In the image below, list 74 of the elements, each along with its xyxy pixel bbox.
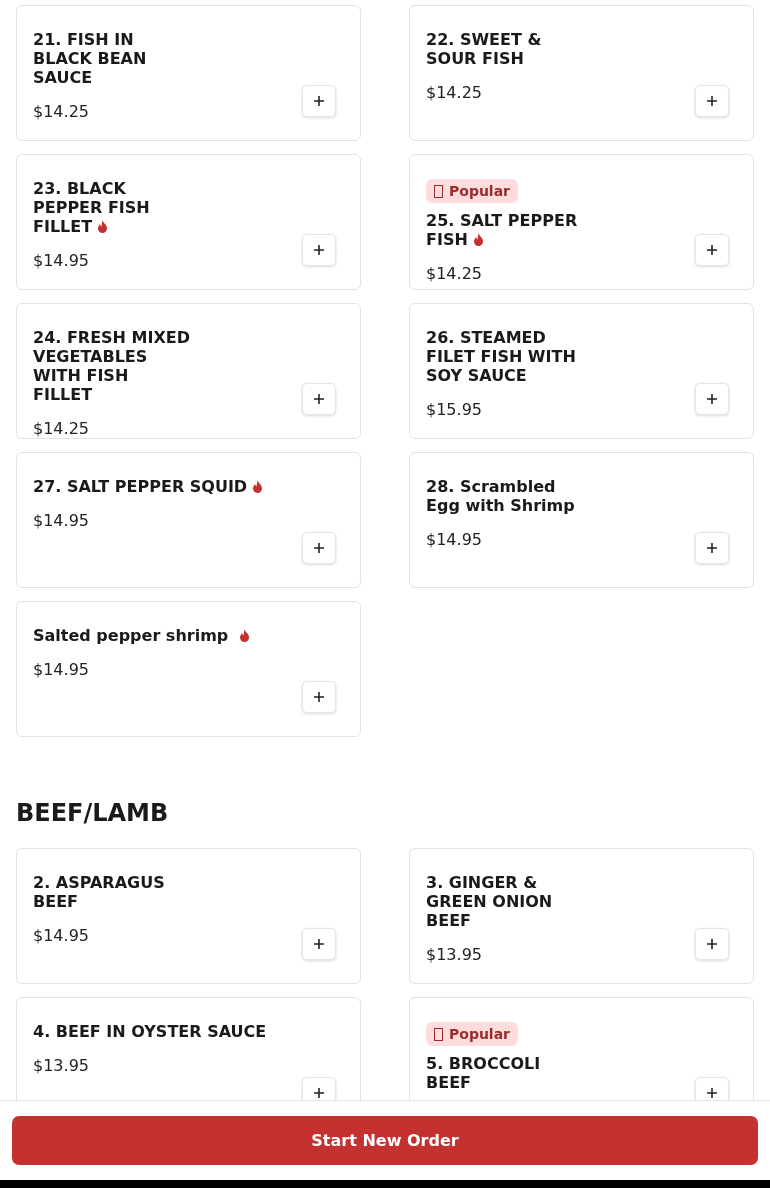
section-heading: BEEF/LAMB (16, 798, 170, 829)
item-price: $14.95 (33, 926, 89, 945)
add-button[interactable] (695, 532, 729, 564)
item-price: $14.25 (33, 419, 89, 438)
menu-item-card[interactable]: Popular 5. BROCCOLI BEEF (409, 997, 754, 1100)
add-button[interactable] (302, 928, 336, 960)
plus-icon (707, 939, 717, 949)
item-price: $15.95 (426, 400, 482, 419)
item-name: Salted pepper shrimp (33, 626, 250, 645)
item-name: 25. SALT PEPPER FISH (426, 211, 578, 249)
menu-item-card[interactable]: 27. SALT PEPPER SQUID $14.95 (16, 452, 361, 588)
item-name: 5. BROCCOLI BEEF (426, 1054, 541, 1092)
plus-icon (707, 543, 717, 553)
item-price: $14.25 (33, 102, 89, 121)
plus-icon (314, 543, 324, 553)
item-name: 22. SWEET & SOUR FISH (426, 30, 542, 68)
add-button[interactable] (302, 681, 336, 713)
add-button[interactable] (302, 1077, 336, 1100)
add-button[interactable] (302, 532, 336, 564)
plus-icon (314, 1088, 324, 1098)
item-name: 3. GINGER & GREEN ONION BEEF (426, 873, 553, 930)
menu-item-card[interactable]: 22. SWEET & SOUR FISH $14.25 (409, 5, 754, 141)
menu-item-card[interactable]: Popular 25. SALT PEPPER FISH $14.25 (409, 154, 754, 290)
start-new-order-button[interactable]: Start New Order (12, 1116, 758, 1165)
menu-item-card[interactable]: 21. FISH IN BLACK BEAN SAUCE $14.25 (16, 5, 361, 141)
item-price: $14.25 (426, 264, 482, 283)
item-price: $13.95 (426, 945, 482, 964)
add-button[interactable] (302, 383, 336, 415)
item-name: 28. Scrambled Egg with Shrimp (426, 477, 575, 515)
flame-icon (238, 629, 250, 642)
menu-item-card[interactable]: Salted pepper shrimp $14.95 (16, 601, 361, 737)
plus-icon (707, 1088, 717, 1098)
item-name: 2. ASPARAGUS BEEF (33, 873, 165, 911)
plus-icon (314, 692, 324, 702)
item-price: $14.95 (33, 251, 89, 270)
add-button[interactable] (695, 928, 729, 960)
item-name: 4. BEEF IN OYSTER SAUCE (33, 1022, 267, 1041)
item-name: 24. FRESH MIXED VEGETABLES WITH FISH FILLET (33, 328, 190, 404)
menu-item-card[interactable]: 3. GINGER & GREEN ONION BEEF $13.95 (409, 848, 754, 984)
flame-icon (252, 480, 264, 493)
menu-item-card[interactable]: 24. FRESH MIXED VEGETABLES WITH FISH FILLET $14.25 (16, 303, 361, 439)
item-price: $13.95 (33, 1056, 89, 1075)
add-button[interactable] (695, 234, 729, 266)
badge-label: Popular (449, 183, 511, 199)
add-button[interactable] (695, 1077, 729, 1100)
plus-icon (707, 394, 717, 404)
item-price: $14.25 (426, 83, 482, 102)
plus-icon (707, 245, 717, 255)
add-button[interactable] (695, 383, 729, 415)
plus-icon (314, 96, 324, 106)
menu-item-card[interactable]: 4. BEEF IN OYSTER SAUCE $13.95 (16, 997, 361, 1100)
plus-icon (314, 245, 324, 255)
menu-item-card[interactable]: 2. ASPARAGUS BEEF $14.95 (16, 848, 361, 984)
missing-glyph-icon (434, 184, 443, 198)
item-name: 26. STEAMED FILET FISH WITH SOY SAUCE (426, 328, 576, 385)
add-button[interactable] (695, 85, 729, 117)
item-name: 23. BLACK PEPPER FISH FILLET (33, 179, 150, 236)
item-price: $14.95 (33, 511, 89, 530)
plus-icon (314, 394, 324, 404)
item-price: $14.95 (33, 660, 89, 679)
plus-icon (314, 939, 324, 949)
menu-item-card[interactable]: 26. STEAMED FILET FISH WITH SOY SAUCE $15.95 (409, 303, 754, 439)
item-name: 21. FISH IN BLACK BEAN SAUCE (33, 30, 147, 87)
item-price: $14.95 (426, 530, 482, 549)
add-button[interactable] (302, 85, 336, 117)
missing-glyph-icon (434, 1027, 443, 1041)
flame-icon (472, 233, 484, 246)
flame-icon (97, 220, 109, 233)
menu-item-card[interactable]: 23. BLACK PEPPER FISH FILLET $14.95 (16, 154, 361, 290)
add-button[interactable] (302, 234, 336, 266)
plus-icon (707, 96, 717, 106)
item-name: 27. SALT PEPPER SQUID (33, 477, 264, 496)
badge-label: Popular (449, 1026, 511, 1042)
menu-item-card[interactable]: 28. Scrambled Egg with Shrimp $14.95 (409, 452, 754, 588)
